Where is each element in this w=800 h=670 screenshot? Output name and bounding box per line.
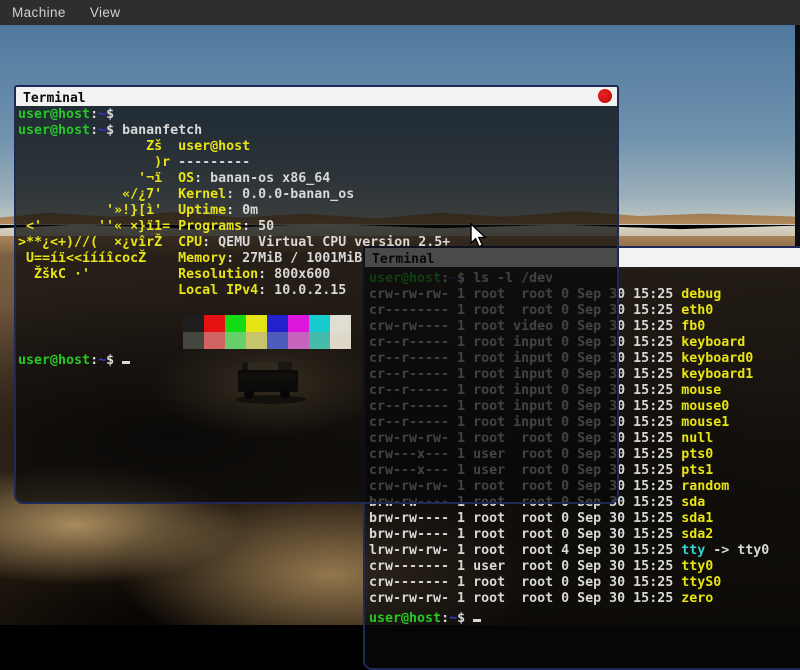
terminal-content[interactable]: user@host:~$user@host:~$ bananfetch Zš u… xyxy=(16,106,619,503)
terminal-line: Local IPv4: 10.0.2.15 xyxy=(18,283,619,299)
palette-swatch xyxy=(267,332,288,349)
palette-swatch xyxy=(288,315,309,332)
terminal-line: user@host:~$ xyxy=(18,349,619,365)
terminal-line: >**¿<+)//( ×¿vîrŽ CPU: QEMU Virtual CPU … xyxy=(18,235,619,251)
palette-swatch xyxy=(288,332,309,349)
terminal-line: brw-rw---- 1 root root 0 Sep 30 15:25 sd… xyxy=(369,527,800,543)
photo-edge-strip xyxy=(795,25,800,253)
menubar: Machine View xyxy=(0,0,800,25)
palette-swatch xyxy=(204,315,225,332)
palette-swatch xyxy=(267,315,288,332)
terminal-line: brw-rw---- 1 root root 0 Sep 30 15:25 sd… xyxy=(369,511,800,527)
palette-swatch xyxy=(204,332,225,349)
palette-row xyxy=(183,332,619,349)
terminal-line: '»!}[ì' Uptime: 0m xyxy=(18,203,619,219)
palette-swatch xyxy=(246,315,267,332)
text-cursor xyxy=(473,607,481,622)
close-button[interactable] xyxy=(598,89,612,103)
terminal-window-1[interactable]: Terminal user@host:~$user@host:~$ bananf… xyxy=(14,85,619,504)
palette-row xyxy=(183,315,619,332)
terminal-line: <' ''« ×}ï1= Programs: 50 xyxy=(18,219,619,235)
terminal-line: «/¿7' Kernel: 0.0.0-banan_os xyxy=(18,187,619,203)
menu-item-view[interactable]: View xyxy=(78,0,133,25)
terminal-line: user@host:~$ xyxy=(369,607,800,623)
palette-swatch xyxy=(330,315,351,332)
mouse-cursor-icon xyxy=(470,223,488,249)
menu-item-machine[interactable]: Machine xyxy=(0,0,78,25)
palette-swatch xyxy=(309,332,330,349)
terminal-line: crw-rw-rw- 1 root root 0 Sep 30 15:25 ze… xyxy=(369,591,800,607)
terminal-line: lrw-rw-rw- 1 root root 4 Sep 30 15:25 tt… xyxy=(369,543,800,559)
terminal-line: Zš user@host xyxy=(18,139,619,155)
terminal-line: '¬ï OS: banan-os x86_64 xyxy=(18,171,619,187)
window-titlebar[interactable]: Terminal xyxy=(16,87,617,106)
palette-swatch xyxy=(309,315,330,332)
terminal-line: crw------- 1 root root 0 Sep 30 15:25 tt… xyxy=(369,575,800,591)
terminal-line: )r --------- xyxy=(18,155,619,171)
text-cursor xyxy=(122,349,130,364)
terminal-line xyxy=(18,299,619,315)
palette-swatch xyxy=(330,332,351,349)
palette-swatch xyxy=(183,315,204,332)
terminal-line: crw------- 1 user root 0 Sep 30 15:25 tt… xyxy=(369,559,800,575)
terminal-line: ŽškC ·' Resolution: 800x600 xyxy=(18,267,619,283)
palette-swatch xyxy=(246,332,267,349)
terminal-line: user@host:~$ xyxy=(18,107,619,123)
palette-swatch xyxy=(225,315,246,332)
palette-swatch xyxy=(225,332,246,349)
window-title: Terminal xyxy=(16,91,86,106)
terminal-line: user@host:~$ bananfetch xyxy=(18,123,619,139)
terminal-line: U==íï<<íííîcocŽ Memory: 27MiB / 1001MiB xyxy=(18,251,619,267)
desktop: { "menu_bar": { "items": [ { "label": "M… xyxy=(0,0,800,625)
palette-swatch xyxy=(183,332,204,349)
